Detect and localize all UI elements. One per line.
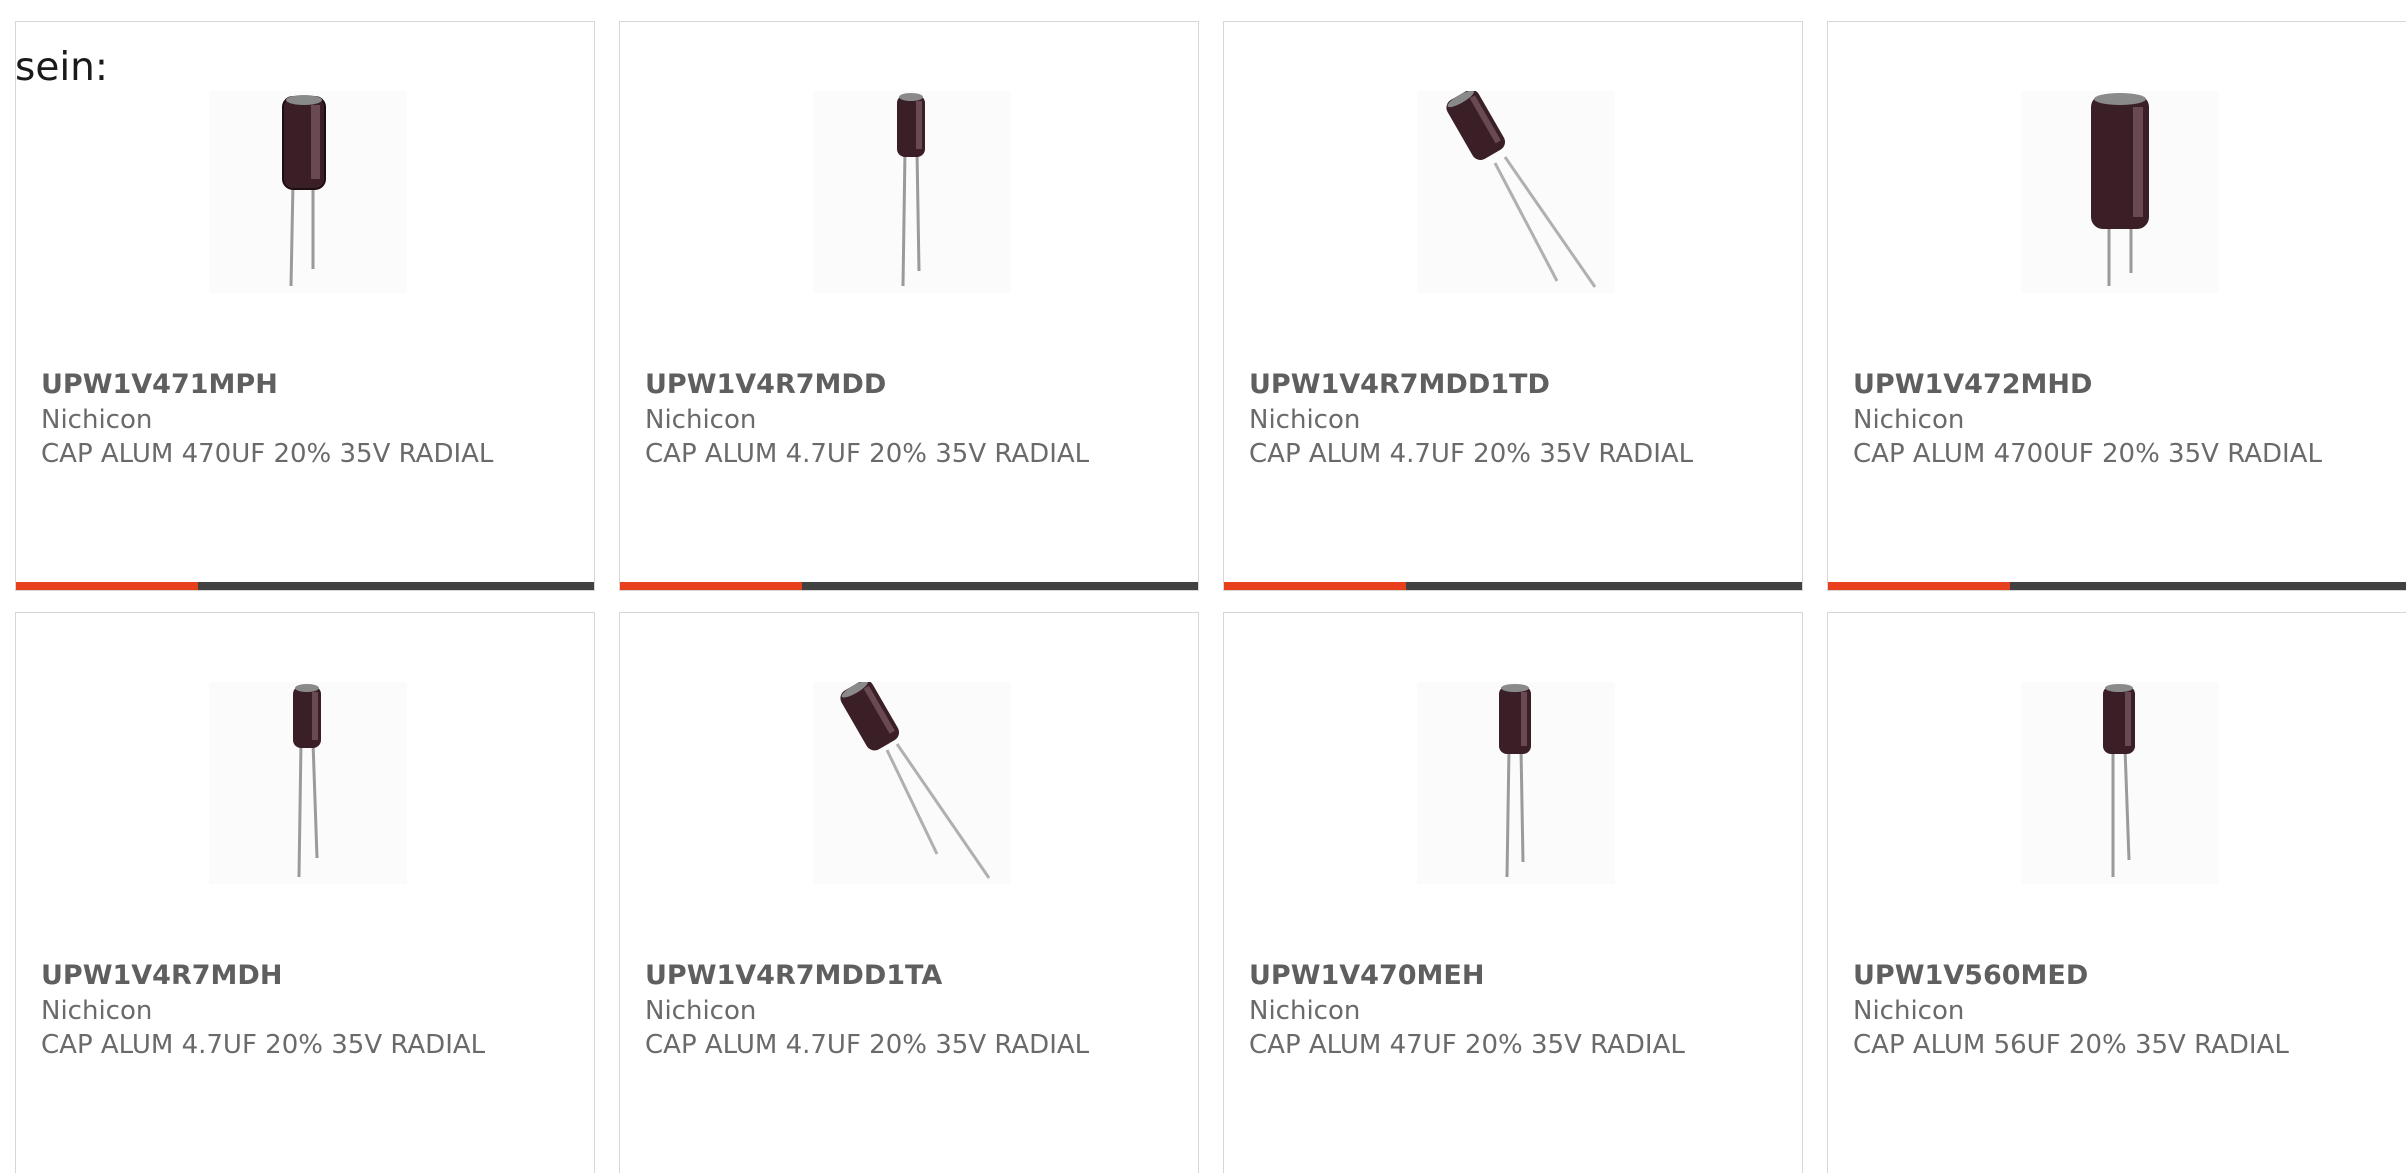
capacitor-large-icon: [2091, 93, 2149, 286]
description: CAP ALUM 4.7UF 20% 35V RADIAL: [1249, 439, 1694, 469]
card-bar: [1828, 582, 2406, 590]
product-card[interactable]: UPW1V4R7MDD1TD Nichicon CAP ALUM 4.7UF 2…: [1223, 21, 1803, 591]
product-info: UPW1V472MHD Nichicon CAP ALUM 4700UF 20%…: [1853, 367, 2386, 471]
part-number[interactable]: UPW1V4R7MDH: [41, 958, 574, 994]
product-card[interactable]: UPW1V471MPH Nichicon CAP ALUM 470UF 20% …: [15, 21, 595, 591]
description: CAP ALUM 47UF 20% 35V RADIAL: [1249, 1030, 1685, 1060]
card-bar: [16, 582, 594, 590]
product-info: UPW1V560MED Nichicon CAP ALUM 56UF 20% 3…: [1853, 958, 2386, 1062]
card-bar-accent: [620, 582, 802, 590]
product-info: UPW1V4R7MDD1TD Nichicon CAP ALUM 4.7UF 2…: [1249, 367, 1782, 471]
capacitor-slim-icon: [897, 93, 925, 287]
product-list-page: sein: UPW1V471MPH Nichicon CAP ALUM 470U…: [0, 0, 2406, 1173]
product-card[interactable]: UPW1V560MED Nichicon CAP ALUM 56UF 20% 3…: [1827, 612, 2406, 1173]
product-card[interactable]: UPW1V470MEH Nichicon CAP ALUM 47UF 20% 3…: [1223, 612, 1803, 1173]
part-number[interactable]: UPW1V4R7MDD1TA: [645, 958, 1178, 994]
description: CAP ALUM 4.7UF 20% 35V RADIAL: [645, 439, 1090, 469]
product-image[interactable]: [209, 682, 407, 884]
manufacturer: Nichicon: [1249, 996, 1361, 1026]
product-card[interactable]: UPW1V472MHD Nichicon CAP ALUM 4700UF 20%…: [1827, 21, 2406, 591]
description: CAP ALUM 4.7UF 20% 35V RADIAL: [645, 1030, 1090, 1060]
part-number[interactable]: UPW1V4R7MDD: [645, 367, 1178, 403]
product-card[interactable]: UPW1V4R7MDH Nichicon CAP ALUM 4.7UF 20% …: [15, 612, 595, 1173]
product-info: UPW1V4R7MDD1TA Nichicon CAP ALUM 4.7UF 2…: [645, 958, 1178, 1062]
product-image[interactable]: [813, 682, 1011, 884]
product-info: UPW1V470MEH Nichicon CAP ALUM 47UF 20% 3…: [1249, 958, 1782, 1062]
capacitor-tilted-icon: [1446, 91, 1597, 288]
product-image[interactable]: [2021, 682, 2219, 884]
manufacturer: Nichicon: [645, 405, 757, 435]
manufacturer: Nichicon: [645, 996, 757, 1026]
capacitor-upright-icon: [1499, 684, 1531, 878]
product-info: UPW1V4R7MDH Nichicon CAP ALUM 4.7UF 20% …: [41, 958, 574, 1062]
card-bar-accent: [1828, 582, 2010, 590]
card-bar: [1224, 582, 1802, 590]
product-image[interactable]: [813, 91, 1011, 293]
part-number[interactable]: UPW1V472MHD: [1853, 367, 2386, 403]
product-card[interactable]: UPW1V4R7MDD Nichicon CAP ALUM 4.7UF 20% …: [619, 21, 1199, 591]
manufacturer: Nichicon: [1853, 405, 1965, 435]
product-image[interactable]: [2021, 91, 2219, 293]
product-info: UPW1V471MPH Nichicon CAP ALUM 470UF 20% …: [41, 367, 574, 471]
capacitor-upright-icon: [282, 95, 326, 287]
manufacturer: Nichicon: [1853, 996, 1965, 1026]
card-bar-accent: [1224, 582, 1406, 590]
description: CAP ALUM 4.7UF 20% 35V RADIAL: [41, 1030, 486, 1060]
description: CAP ALUM 470UF 20% 35V RADIAL: [41, 439, 494, 469]
part-number[interactable]: UPW1V470MEH: [1249, 958, 1782, 994]
part-number[interactable]: UPW1V560MED: [1853, 958, 2386, 994]
manufacturer: Nichicon: [1249, 405, 1361, 435]
capacitor-tilted-icon: [840, 682, 991, 879]
capacitor-slim-icon: [293, 684, 321, 878]
product-image[interactable]: [1417, 682, 1615, 884]
description: CAP ALUM 56UF 20% 35V RADIAL: [1853, 1030, 2289, 1060]
intro-text: sein:: [15, 45, 109, 90]
product-grid: UPW1V471MPH Nichicon CAP ALUM 470UF 20% …: [15, 21, 2406, 1173]
product-image[interactable]: [209, 91, 407, 293]
manufacturer: Nichicon: [41, 405, 153, 435]
capacitor-upright-icon: [2103, 684, 2135, 877]
product-card[interactable]: UPW1V4R7MDD1TA Nichicon CAP ALUM 4.7UF 2…: [619, 612, 1199, 1173]
card-bar: [620, 582, 1198, 590]
product-info: UPW1V4R7MDD Nichicon CAP ALUM 4.7UF 20% …: [645, 367, 1178, 471]
description: CAP ALUM 4700UF 20% 35V RADIAL: [1853, 439, 2322, 469]
card-bar-accent: [16, 582, 198, 590]
part-number[interactable]: UPW1V4R7MDD1TD: [1249, 367, 1782, 403]
manufacturer: Nichicon: [41, 996, 153, 1026]
part-number[interactable]: UPW1V471MPH: [41, 367, 574, 403]
product-image[interactable]: [1417, 91, 1615, 293]
